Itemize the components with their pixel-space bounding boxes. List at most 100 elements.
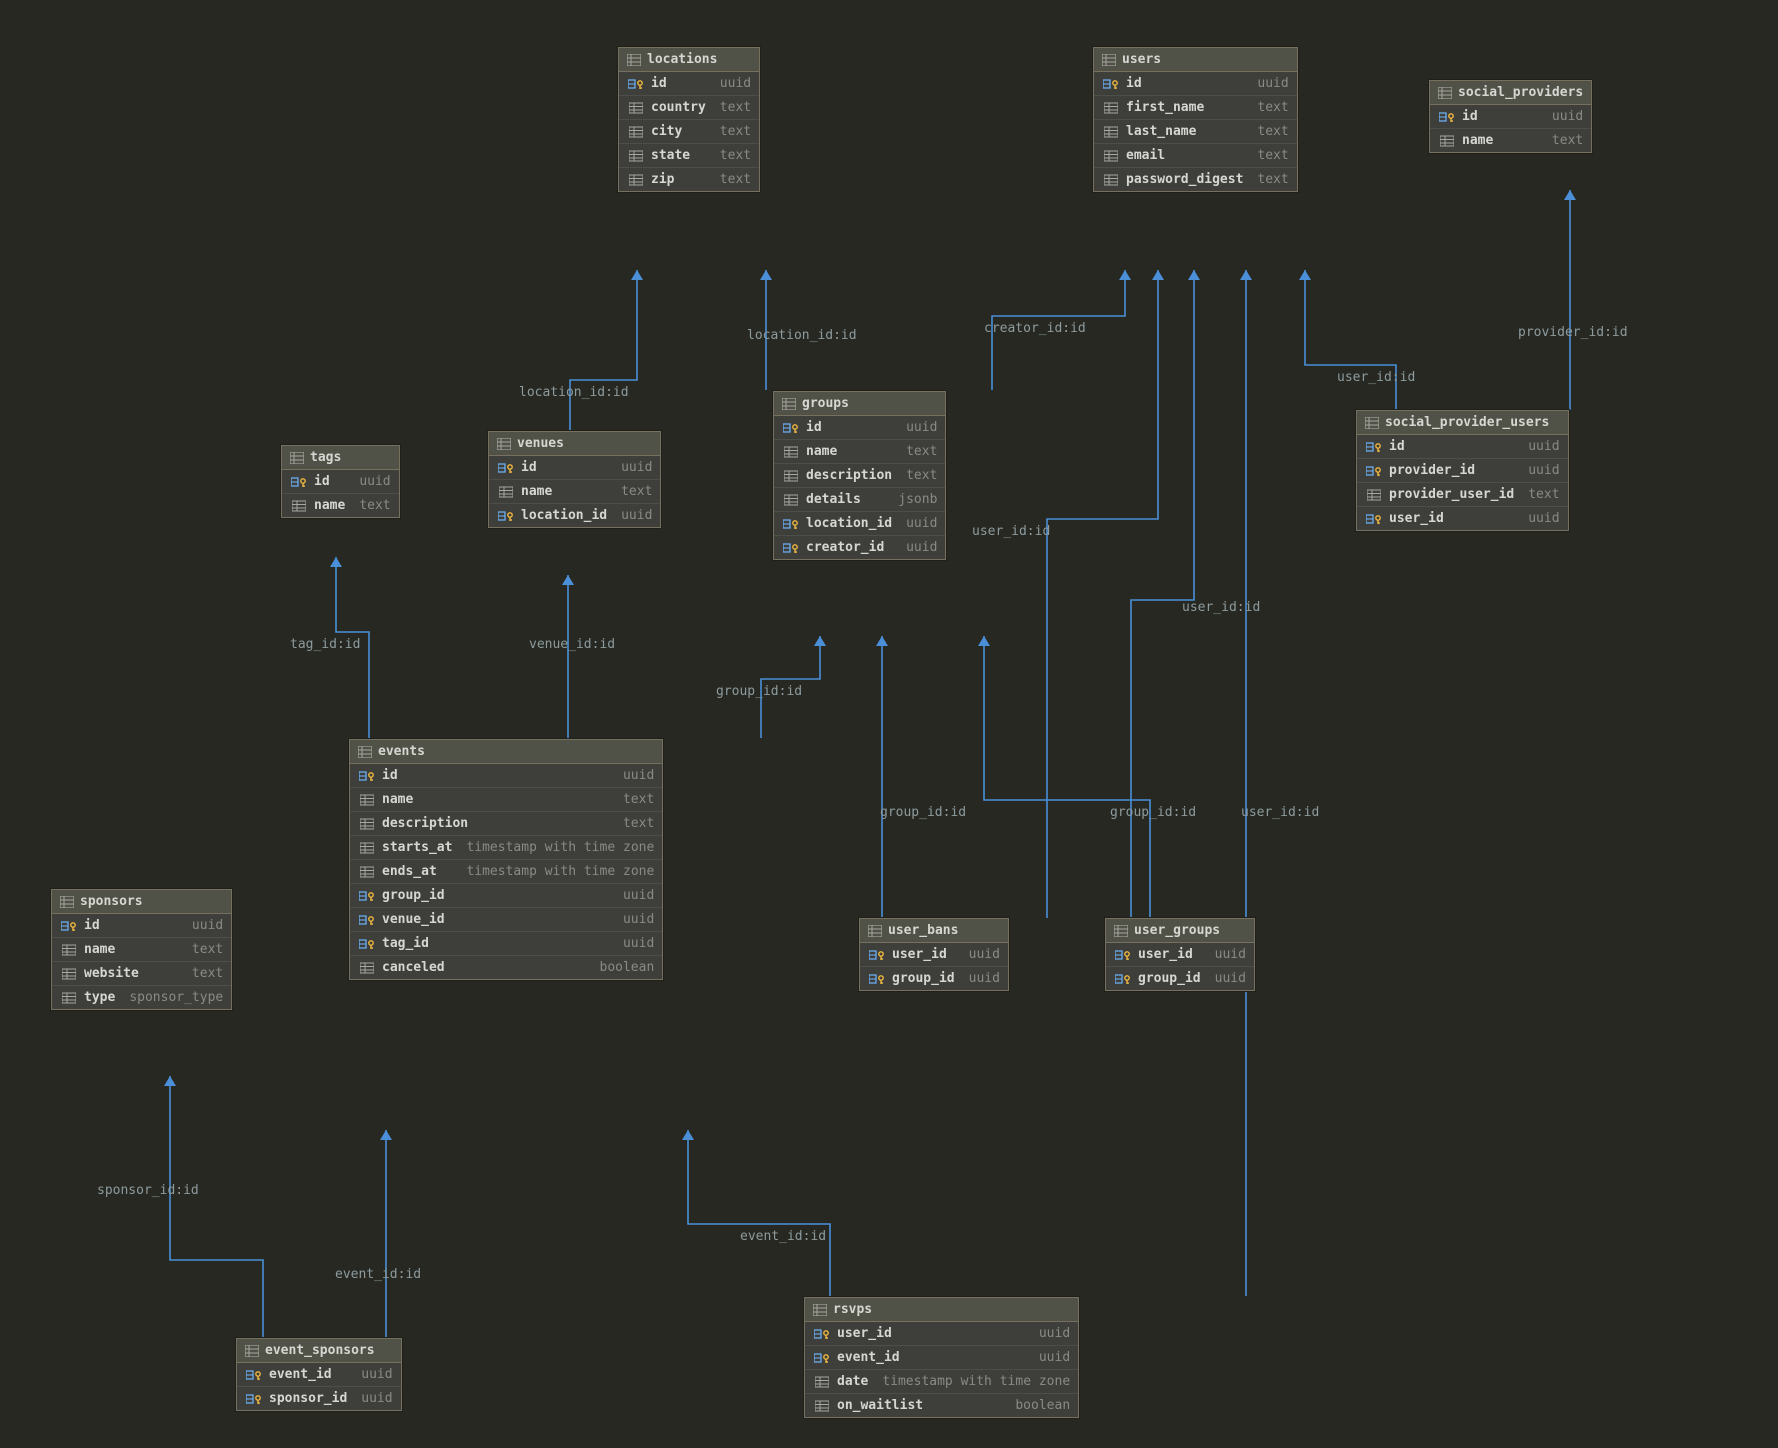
table-sponsors[interactable]: sponsorsiduuidnametextwebsitetexttypespo… — [51, 889, 232, 1010]
column-row[interactable]: iduuid — [350, 764, 662, 788]
column-row[interactable]: statetext — [619, 144, 759, 168]
column-type: uuid — [609, 888, 654, 903]
column-row[interactable]: venue_iduuid — [350, 908, 662, 932]
column-row[interactable]: user_iduuid — [1357, 507, 1568, 530]
column-row[interactable]: provider_iduuid — [1357, 459, 1568, 483]
table-groups[interactable]: groupsiduuidnametextdescriptiontextdetai… — [773, 391, 946, 560]
column-row[interactable]: iduuid — [489, 456, 660, 480]
column-type: uuid — [1201, 947, 1246, 962]
column-row[interactable]: iduuid — [282, 470, 399, 494]
table-locations[interactable]: locationsiduuidcountrytextcitytextstatet… — [618, 47, 760, 192]
relationship-label: venue_id:id — [529, 637, 615, 652]
column-row[interactable]: emailtext — [1094, 144, 1297, 168]
column-type: text — [609, 816, 654, 831]
column-row[interactable]: nametext — [350, 788, 662, 812]
table-name: social_providers — [1458, 85, 1583, 100]
column-icon — [358, 794, 376, 806]
column-type: timestamp with time zone — [452, 864, 654, 879]
table-header[interactable]: user_groups — [1106, 919, 1254, 943]
table-icon — [627, 54, 641, 66]
column-row[interactable]: on_waitlistboolean — [805, 1394, 1078, 1417]
table-header[interactable]: venues — [489, 432, 660, 456]
column-row[interactable]: password_digesttext — [1094, 168, 1297, 191]
table-header[interactable]: groups — [774, 392, 945, 416]
column-row[interactable]: iduuid — [1357, 435, 1568, 459]
column-row[interactable]: group_iduuid — [350, 884, 662, 908]
table-header[interactable]: locations — [619, 48, 759, 72]
table-header[interactable]: events — [350, 740, 662, 764]
column-row[interactable]: event_iduuid — [237, 1363, 401, 1387]
column-row[interactable]: countrytext — [619, 96, 759, 120]
column-row[interactable]: iduuid — [1094, 72, 1297, 96]
table-users[interactable]: usersiduuidfirst_nametextlast_nametextem… — [1093, 47, 1298, 192]
column-name: group_id — [892, 971, 955, 986]
column-row[interactable]: nametext — [282, 494, 399, 517]
table-header[interactable]: sponsors — [52, 890, 231, 914]
column-row[interactable]: iduuid — [52, 914, 231, 938]
table-name: social_provider_users — [1385, 415, 1549, 430]
column-name: sponsor_id — [269, 1391, 347, 1406]
column-row[interactable]: iduuid — [619, 72, 759, 96]
column-row[interactable]: iduuid — [1430, 105, 1591, 129]
column-row[interactable]: nametext — [489, 480, 660, 504]
erd-canvas[interactable]: locationsiduuidcountrytextcitytextstatet… — [0, 0, 1778, 1448]
column-name: user_id — [837, 1326, 892, 1341]
column-row[interactable]: descriptiontext — [350, 812, 662, 836]
column-name: zip — [651, 172, 674, 187]
column-row[interactable]: creator_iduuid — [774, 536, 945, 559]
column-row[interactable]: citytext — [619, 120, 759, 144]
column-row[interactable]: nametext — [774, 440, 945, 464]
column-row[interactable]: tag_iduuid — [350, 932, 662, 956]
table-header[interactable]: rsvps — [805, 1298, 1078, 1322]
column-name: name — [382, 792, 413, 807]
table-events[interactable]: eventsiduuidnametextdescriptiontextstart… — [349, 739, 663, 980]
column-name: venue_id — [382, 912, 445, 927]
column-row[interactable]: user_iduuid — [805, 1322, 1078, 1346]
column-row[interactable]: group_iduuid — [1106, 967, 1254, 990]
column-row[interactable]: canceledboolean — [350, 956, 662, 979]
column-row[interactable]: ends_attimestamp with time zone — [350, 860, 662, 884]
column-row[interactable]: iduuid — [774, 416, 945, 440]
table-user_groups[interactable]: user_groupsuser_iduuidgroup_iduuid — [1105, 918, 1255, 991]
column-row[interactable]: user_iduuid — [860, 943, 1008, 967]
column-row[interactable]: group_iduuid — [860, 967, 1008, 990]
table-header[interactable]: tags — [282, 446, 399, 470]
column-row[interactable]: location_iduuid — [489, 504, 660, 527]
column-name: state — [651, 148, 690, 163]
column-name: date — [837, 1374, 868, 1389]
table-rsvps[interactable]: rsvpsuser_iduuidevent_iduuiddatetimestam… — [804, 1297, 1079, 1418]
column-row[interactable]: datetimestamp with time zone — [805, 1370, 1078, 1394]
table-social_provider_users[interactable]: social_provider_usersiduuidprovider_iduu… — [1356, 410, 1569, 531]
table-venues[interactable]: venuesiduuidnametextlocation_iduuid — [488, 431, 661, 528]
table-header[interactable]: users — [1094, 48, 1297, 72]
column-row[interactable]: provider_user_idtext — [1357, 483, 1568, 507]
relationship-label: sponsor_id:id — [97, 1183, 199, 1198]
column-row[interactable]: sponsor_iduuid — [237, 1387, 401, 1410]
table-tags[interactable]: tagsiduuidnametext — [281, 445, 400, 518]
column-name: id — [1389, 439, 1405, 454]
table-social_providers[interactable]: social_providersiduuidnametext — [1429, 80, 1592, 153]
column-row[interactable]: event_iduuid — [805, 1346, 1078, 1370]
table-event_sponsors[interactable]: event_sponsorsevent_iduuidsponsor_iduuid — [236, 1338, 402, 1411]
column-row[interactable]: starts_attimestamp with time zone — [350, 836, 662, 860]
column-row[interactable]: last_nametext — [1094, 120, 1297, 144]
column-name: event_id — [837, 1350, 900, 1365]
table-header[interactable]: social_provider_users — [1357, 411, 1568, 435]
column-row[interactable]: first_nametext — [1094, 96, 1297, 120]
table-header[interactable]: user_bans — [860, 919, 1008, 943]
column-type: uuid — [347, 1391, 392, 1406]
column-row[interactable]: typesponsor_type — [52, 986, 231, 1009]
column-row[interactable]: detailsjsonb — [774, 488, 945, 512]
column-row[interactable]: ziptext — [619, 168, 759, 191]
table-header[interactable]: social_providers — [1430, 81, 1591, 105]
column-row[interactable]: user_iduuid — [1106, 943, 1254, 967]
column-row[interactable]: nametext — [52, 938, 231, 962]
table-user_bans[interactable]: user_bansuser_iduuidgroup_iduuid — [859, 918, 1009, 991]
column-row[interactable]: websitetext — [52, 962, 231, 986]
column-icon — [1102, 102, 1120, 114]
column-row[interactable]: location_iduuid — [774, 512, 945, 536]
column-row[interactable]: nametext — [1430, 129, 1591, 152]
column-row[interactable]: descriptiontext — [774, 464, 945, 488]
column-type: uuid — [892, 516, 937, 531]
table-header[interactable]: event_sponsors — [237, 1339, 401, 1363]
